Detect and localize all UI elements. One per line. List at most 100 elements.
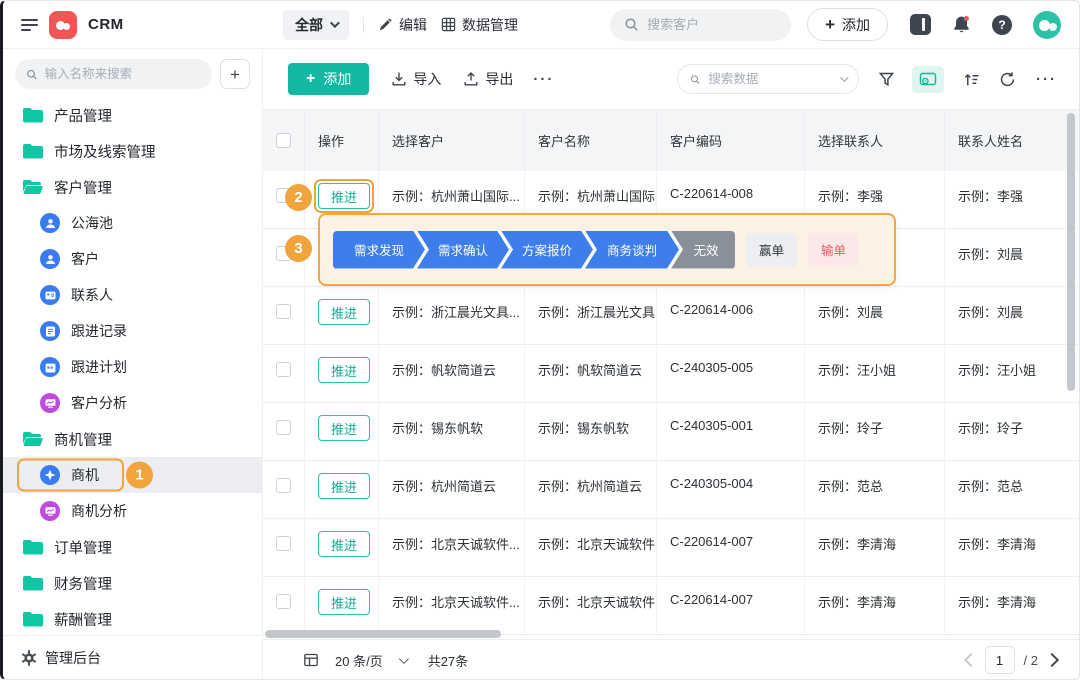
row-checkbox[interactable]	[276, 478, 291, 493]
table-row[interactable]: 推进 示例：北京天诚软件... 示例：北京天诚软件... C-220614-00…	[263, 577, 1079, 635]
sidebar-item-contacts[interactable]: 联系人	[3, 277, 262, 313]
row-checkbox[interactable]	[276, 420, 291, 435]
col-header-contact[interactable]: 选择联系人	[805, 110, 945, 171]
page-size-select[interactable]: 20 条/页	[335, 651, 406, 670]
import-button[interactable]: 导入	[391, 69, 441, 89]
topbar-icons: ?	[888, 11, 1079, 39]
table-footer: 20 条/页 共27条 1 / 2	[263, 639, 1079, 680]
col-header-customer[interactable]: 选择客户	[379, 110, 525, 171]
stage-need-discovery[interactable]: 需求发现	[333, 231, 425, 269]
sidebar-item-customers[interactable]: 客户	[3, 241, 262, 277]
data-management-button[interactable]: 数据管理	[441, 15, 518, 35]
sidebar-item-opportunity-mgmt[interactable]: 商机管理	[3, 421, 262, 457]
chevron-down-icon[interactable]	[840, 73, 848, 81]
cell-contact: 示例：范总	[805, 461, 945, 518]
folder-icon	[23, 611, 43, 627]
plus-icon: +	[825, 16, 835, 33]
filter-button[interactable]	[878, 71, 895, 88]
current-page-input[interactable]: 1	[985, 646, 1015, 674]
stage-need-confirm[interactable]: 需求确认	[417, 231, 509, 269]
more-settings-button[interactable]: ···	[1036, 71, 1057, 88]
cell-name: 示例：帆软简道云	[525, 345, 657, 402]
folder-icon	[23, 143, 43, 159]
sidebar-search[interactable]	[15, 59, 212, 89]
cell-name: 示例：锡东帆软	[525, 403, 657, 460]
advance-button[interactable]: 推进	[318, 531, 370, 557]
export-button[interactable]: 导出	[463, 69, 513, 89]
refresh-button[interactable]	[999, 71, 1016, 88]
advance-button[interactable]: 推进	[318, 589, 370, 615]
cell-contact-name: 示例：范总	[945, 461, 1079, 518]
sidebar-add-button[interactable]: +	[220, 59, 250, 89]
customer-search-input[interactable]	[647, 17, 777, 32]
topbar-add-button[interactable]: + 添加	[807, 8, 888, 41]
sidebar-item-payroll-mgmt[interactable]: 薪酬管理	[3, 601, 262, 635]
stage-win-button[interactable]: 赢单	[746, 233, 797, 267]
cell-contact-name: 示例：李强	[945, 171, 1079, 228]
sort-button[interactable]	[963, 71, 980, 88]
table-row[interactable]: 推进 示例：锡东帆软 示例：锡东帆软 C-240305-001 示例：玲子 示例…	[263, 403, 1079, 461]
user-avatar[interactable]	[1033, 11, 1061, 39]
table-row[interactable]: 推进 示例：北京天诚软件... 示例：北京天诚软件... C-220614-00…	[263, 519, 1079, 577]
table-row[interactable]: 推进 示例：杭州简道云 示例：杭州简道云 C-240305-004 示例：范总 …	[263, 461, 1079, 519]
col-header-code[interactable]: 客户编码	[657, 110, 805, 171]
notification-bell-icon[interactable]	[952, 15, 971, 34]
row-checkbox[interactable]	[276, 362, 291, 377]
stage-invalid[interactable]: 无效	[671, 231, 735, 269]
sidebar-item-label: 跟进记录	[71, 321, 127, 341]
row-checkbox[interactable]	[276, 536, 291, 551]
cell-contact: 示例：汪小姐	[805, 345, 945, 402]
prev-page-button[interactable]	[963, 653, 977, 667]
vertical-scrollbar[interactable]	[1067, 113, 1075, 391]
sidebar-item-product-mgmt[interactable]: 产品管理	[3, 97, 262, 133]
app-panel-icon[interactable]	[910, 14, 931, 35]
add-record-button[interactable]: + 添加	[288, 63, 369, 95]
row-checkbox[interactable]	[276, 304, 291, 319]
data-search-input[interactable]	[708, 72, 832, 86]
next-page-button[interactable]	[1045, 653, 1059, 667]
advance-button[interactable]: 推进	[318, 183, 370, 209]
row-checkbox[interactable]	[276, 594, 291, 609]
display-fields-button[interactable]	[912, 66, 944, 93]
sidebar-item-order-mgmt[interactable]: 订单管理	[3, 529, 262, 565]
folder-open-icon	[23, 431, 43, 447]
admin-backend-button[interactable]: 管理后台	[3, 635, 262, 680]
customer-search[interactable]	[610, 9, 791, 41]
sidebar-item-followup-records[interactable]: 跟进记录	[3, 313, 262, 349]
col-header-operation[interactable]: 操作	[305, 110, 379, 171]
toolbar-more-button[interactable]: ···	[533, 71, 554, 88]
stage-lose-button[interactable]: 输单	[808, 233, 859, 267]
sidebar-item-followup-plans[interactable]: 跟进计划	[3, 349, 262, 385]
col-header-name[interactable]: 客户名称	[525, 110, 657, 171]
scope-dropdown[interactable]: 全部	[283, 10, 349, 40]
sidebar-item-market-leads-mgmt[interactable]: 市场及线索管理	[3, 133, 262, 169]
cell-customer: 示例：杭州简道云	[379, 461, 525, 518]
advance-button[interactable]: 推进	[318, 299, 370, 325]
advance-button[interactable]: 推进	[318, 357, 370, 383]
sidebar: + 产品管理 市场及线索管理 客户管理 公海池	[3, 49, 263, 680]
cell-code: C-220614-007	[657, 519, 805, 576]
cell-contact: 示例：玲子	[805, 403, 945, 460]
sidebar-item-public-pool[interactable]: 公海池	[3, 205, 262, 241]
sidebar-search-input[interactable]	[45, 67, 201, 81]
sidebar-item-opportunities[interactable]: 商机 1	[3, 457, 262, 493]
data-search[interactable]	[677, 64, 859, 94]
stage-quotation[interactable]: 方案报价	[501, 231, 593, 269]
sidebar-item-finance-mgmt[interactable]: 财务管理	[3, 565, 262, 601]
search-icon	[26, 68, 38, 81]
stage-negotiation[interactable]: 商务谈判	[585, 231, 679, 269]
horizontal-scrollbar[interactable]	[265, 630, 501, 638]
edit-button[interactable]: 编辑	[378, 15, 427, 35]
advance-button[interactable]: 推进	[318, 415, 370, 441]
sidebar-item-customer-mgmt[interactable]: 客户管理	[3, 169, 262, 205]
sidebar-item-customer-analysis[interactable]: 客户分析	[3, 385, 262, 421]
hamburger-menu-icon[interactable]	[21, 19, 38, 31]
col-header-contact-name[interactable]: 联系人姓名	[945, 110, 1079, 171]
sidebar-item-label: 商机管理	[54, 429, 112, 450]
sidebar-item-opportunity-analysis[interactable]: 商机分析	[3, 493, 262, 529]
table-row[interactable]: 推进 示例：浙江晨光文具... 示例：浙江晨光文具... C-220614-00…	[263, 287, 1079, 345]
select-all-checkbox[interactable]	[276, 133, 291, 148]
advance-button[interactable]: 推进	[318, 473, 370, 499]
table-row[interactable]: 推进 示例：帆软简道云 示例：帆软简道云 C-240305-005 示例：汪小姐…	[263, 345, 1079, 403]
help-icon[interactable]: ?	[992, 15, 1012, 35]
